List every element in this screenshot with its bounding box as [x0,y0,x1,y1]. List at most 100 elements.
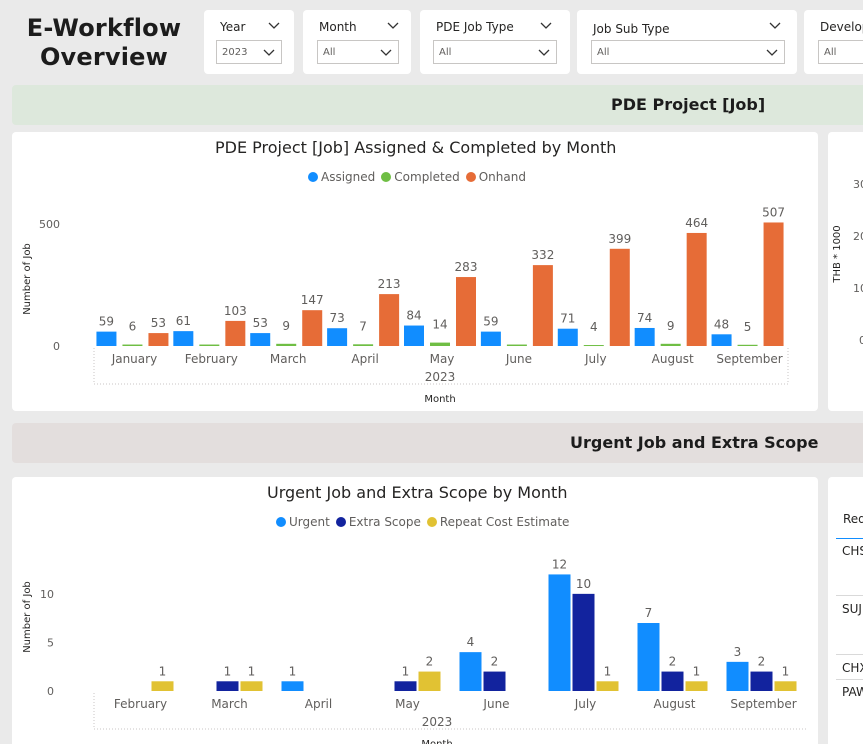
table-cell[interactable]: SUJ [842,602,862,616]
slicer-pde-job-type[interactable]: PDE Job Type All [420,10,570,74]
slicer-develop-dropdown[interactable]: All [818,40,863,64]
x-tick-label: April [305,697,332,711]
bar-repeat-cost-estimate [596,681,619,691]
bar-repeat-cost-estimate [774,681,797,691]
slicer-month-dropdown[interactable]: All [317,40,399,64]
bar-assigned [173,331,194,346]
bar-extra-scope [661,671,684,691]
chart-card-urgent-extra: Urgent Job and Extra Scope by Month Urge… [12,477,818,744]
slicer-develop[interactable]: Develop All [804,10,863,74]
bar-onhand [225,320,246,346]
x-tick-label: July [584,352,607,366]
table-cell[interactable]: PAW [842,685,863,699]
bar-completed [199,344,220,346]
bar-repeat-cost-estimate [685,681,708,691]
chevron-down-icon [380,49,392,56]
bar-repeat-cost-estimate [151,681,174,691]
x-tick-label: May [395,697,420,711]
bar-repeat-cost-estimate [240,681,263,691]
data-label: 9 [667,319,675,333]
report-title-line-1: E-Workflow [26,14,182,42]
bar-onhand [302,310,323,346]
table-row-divider [836,654,863,655]
chevron-down-icon[interactable] [387,19,399,31]
data-label: 3 [734,645,742,659]
bar-urgent [281,681,304,691]
x-tick-label: July [574,697,597,711]
data-label: 73 [329,311,344,325]
table-header[interactable]: Req [843,512,863,526]
x-axis-sublabel: 2023 [425,370,456,384]
data-label: 2 [426,655,434,669]
table-cell[interactable]: CHX [842,661,863,675]
table-cell[interactable]: CHS [842,544,863,558]
x-tick-label: April [351,352,378,366]
data-label: 10 [576,577,591,591]
section-banner-urgent-label: Urgent Job and Extra Scope [570,433,819,452]
side-chart-axis: THB * 1000 30 20 10 0 [832,178,863,347]
chart-plot-assigned-completed: 0500Number of Job59 6 53January61103Februa… [22,205,789,405]
data-label: 2 [758,655,766,669]
table-header-rule [836,538,863,539]
side-chart-card: THB * 1000 30 20 10 0 [828,132,863,411]
x-tick-label: September [730,697,796,711]
x-tick-label: September [716,352,782,366]
bar-extra-scope [483,671,506,691]
chart-plot-urgent-extra: 0 5 10 Number of Job 1 February 1 1 March 1 April 1… [22,557,808,744]
data-label: 2 [669,655,677,669]
chevron-down-icon [538,49,550,56]
slicer-year[interactable]: Year 2023 [204,10,294,74]
report-title: E-Workflow Overview [14,14,194,72]
data-label: 14 [432,318,447,332]
bar-onhand [456,277,476,346]
section-banner-pde-project: PDE Project [Job] [12,85,863,125]
slicer-develop-value: All [824,47,837,58]
data-label: 6 [129,320,137,334]
side-chart-tick: 30 [853,178,863,191]
data-label: 1 [224,664,232,678]
slicer-develop-label: Develop [820,20,863,34]
bar-assigned [404,325,424,346]
y-tick-label: 10 [40,588,54,601]
bar-onhand [532,265,553,346]
bar-urgent [459,652,482,691]
slicer-job-sub-type-value: All [597,47,610,58]
y-tick-label: 0 [53,340,60,353]
bar-assigned [327,328,348,346]
data-label: 61 [176,314,191,328]
bar-assigned [557,328,578,346]
data-label: 5 [744,320,752,334]
data-label: 7 [359,319,367,333]
chevron-down-icon[interactable] [769,19,781,31]
slicer-year-label: Year [220,20,246,34]
bar-onhand [609,248,630,346]
side-chart-tick: 10 [853,282,863,295]
slicer-job-sub-type-dropdown[interactable]: All [591,40,785,64]
bar-completed [122,344,143,346]
chevron-down-icon[interactable] [540,19,552,31]
y-axis-label: Number of Job [22,243,33,315]
x-tick-label: January [111,352,158,366]
chevron-down-icon[interactable] [268,19,280,31]
slicer-year-dropdown[interactable]: 2023 [216,40,282,64]
chevron-down-icon [263,49,275,56]
bar-onhand [379,294,400,346]
x-tick-label: February [114,697,167,711]
slicer-year-value: 2023 [222,47,248,58]
slicer-job-sub-type[interactable]: Job Sub Type All [577,10,797,74]
x-tick-label: June [482,697,509,711]
data-label: 1 [402,664,410,678]
bar-extra-scope [572,593,595,691]
bar-completed [506,344,527,346]
slicer-month[interactable]: Month All [303,10,411,74]
slicer-pde-job-type-dropdown[interactable]: All [433,40,557,64]
table-row-divider [836,679,863,680]
slicer-month-label: Month [319,20,357,34]
bar-completed [660,343,681,346]
bar-extra-scope [216,681,239,691]
x-tick-label: August [654,697,696,711]
bar-onhand [763,222,784,346]
data-label: 1 [289,664,297,678]
bar-onhand [148,333,169,346]
bar-extra-scope [750,671,773,691]
